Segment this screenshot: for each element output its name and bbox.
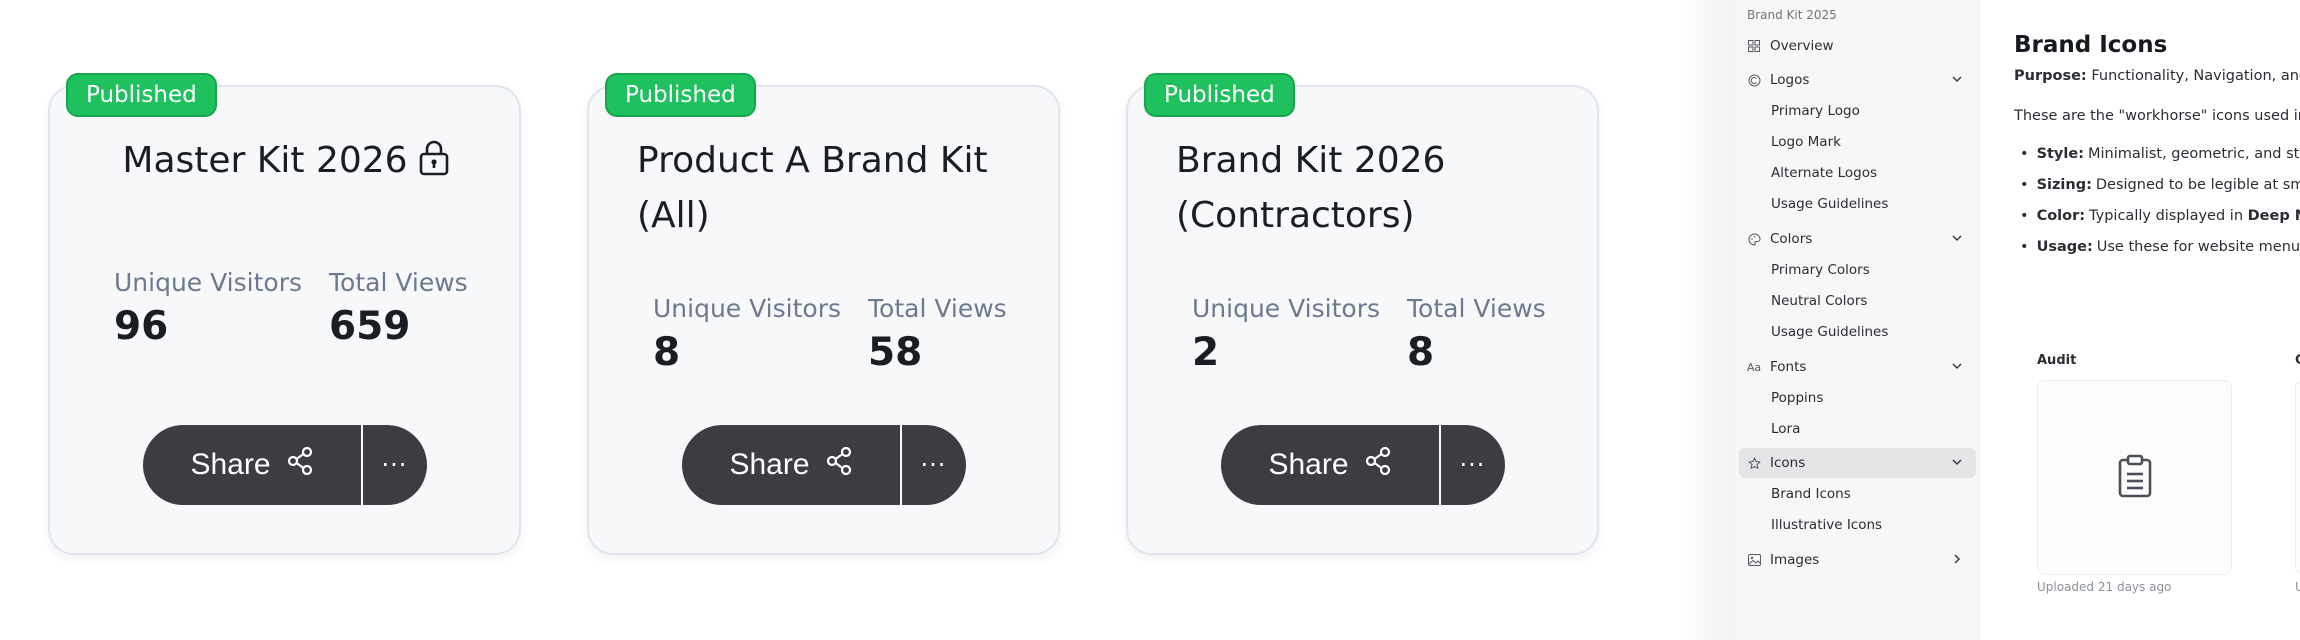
kit-name: Brand Kit 2025: [1747, 8, 1837, 22]
guideline-list: Style:Minimalist, geometric, and stro Si…: [2014, 146, 2300, 270]
sidebar-subitem[interactable]: Primary Logo: [1771, 103, 1860, 119]
stat-label: Total Views: [329, 268, 468, 297]
sidebar-subitem[interactable]: Logo Mark: [1771, 134, 1841, 150]
brand-kit-sidebar: Brand Kit 2025 Overview Logos Primary Lo…: [1736, 0, 1980, 640]
sidebar-item-icons[interactable]: Icons: [1739, 448, 1976, 478]
more-options-button[interactable]: ···: [1440, 425, 1505, 505]
brand-kit-card[interactable]: Published Master Kit 2026 Unique Visitor…: [48, 73, 521, 555]
sidebar-item-fonts[interactable]: Aa Fonts: [1739, 352, 1976, 382]
sidebar-subitem[interactable]: Poppins: [1771, 390, 1823, 406]
share-icon: [287, 446, 313, 483]
more-options-button[interactable]: ···: [362, 425, 427, 505]
asset-title: C: [2295, 353, 2300, 368]
share-button[interactable]: Share: [142, 425, 361, 505]
share-button[interactable]: Share: [681, 425, 900, 505]
asset-tile[interactable]: [2037, 380, 2232, 575]
stat-label: Total Views: [1407, 294, 1546, 323]
card-title: Brand Kit 2026 (Contractors): [1176, 140, 1446, 236]
share-button-group: Share ···: [142, 425, 427, 505]
stat-label: Unique Visitors: [653, 294, 842, 323]
sidebar-item-label: Colors: [1770, 231, 1813, 247]
stat-value: 2: [1192, 330, 1220, 375]
intro-text: These are the "workhorse" icons used in: [2014, 108, 2300, 124]
total-views-stat: Total Views 58: [868, 292, 1083, 380]
shapes-icon: [1747, 456, 1761, 470]
share-icon: [826, 446, 852, 483]
chevron-down-icon[interactable]: [1951, 73, 1963, 89]
stat-value: 659: [329, 304, 411, 349]
stat-label: Unique Visitors: [1192, 294, 1381, 323]
list-item: Color:Typically displayed in Deep Na: [2014, 208, 2300, 239]
sidebar-item-overview[interactable]: Overview: [1739, 31, 1976, 61]
brand-kit-card[interactable]: Published Brand Kit 2026 (Contractors) U…: [1126, 73, 1599, 555]
chevron-down-icon[interactable]: [1951, 456, 1963, 472]
stat-value: 8: [653, 330, 681, 375]
unique-visitors-stat: Unique Visitors 2: [1192, 292, 1407, 380]
sidebar-item-images[interactable]: Images: [1739, 545, 1976, 575]
status-badge: Published: [66, 73, 217, 117]
stat-value: 58: [868, 330, 923, 375]
sidebar-item-label: Icons: [1770, 455, 1806, 471]
sidebar-subitem[interactable]: Primary Colors: [1771, 262, 1870, 278]
sidebar-subitem[interactable]: Alternate Logos: [1771, 165, 1877, 181]
total-views-stat: Total Views 8: [1407, 292, 1622, 380]
share-button-group: Share ···: [681, 425, 966, 505]
asset-tile[interactable]: [2295, 380, 2300, 575]
palette-icon: [1747, 232, 1761, 246]
grid-icon: [1747, 39, 1761, 53]
card-stats: Unique Visitors 96 Total Views 659: [114, 266, 544, 354]
image-icon: [1747, 553, 1761, 567]
stat-value: 8: [1407, 330, 1435, 375]
sidebar-subitem[interactable]: Usage Guidelines: [1771, 324, 1888, 340]
chevron-down-icon[interactable]: [1951, 232, 1963, 248]
card-title: Master Kit 2026: [96, 133, 476, 192]
upload-date: Uploaded 21 days ago: [2037, 580, 2172, 594]
purpose-text: Purpose: Functionality, Navigation, and: [2014, 68, 2300, 84]
card-stats: Unique Visitors 2 Total Views 8: [1192, 292, 1622, 380]
stat-label: Unique Visitors: [114, 268, 303, 297]
stat-label: Total Views: [868, 294, 1007, 323]
upload-date: U: [2295, 580, 2300, 594]
sidebar-item-label: Fonts: [1770, 359, 1807, 375]
lock-icon: [418, 137, 450, 192]
sidebar-subitem[interactable]: Illustrative Icons: [1771, 517, 1882, 533]
sidebar-subitem[interactable]: Neutral Colors: [1771, 293, 1867, 309]
card-title: Product A Brand Kit (All): [637, 140, 988, 236]
stat-value: 96: [114, 304, 169, 349]
total-views-stat: Total Views 659: [329, 266, 544, 354]
unique-visitors-stat: Unique Visitors 96: [114, 266, 329, 354]
unique-visitors-stat: Unique Visitors 8: [653, 292, 868, 380]
sidebar-subitem[interactable]: Lora: [1771, 421, 1800, 437]
sidebar-item-label: Overview: [1770, 38, 1834, 54]
share-button-group: Share ···: [1220, 425, 1505, 505]
sidebar-item-colors[interactable]: Colors: [1739, 224, 1976, 254]
status-badge: Published: [1144, 73, 1295, 117]
list-item: Usage:Use these for website menus,: [2014, 239, 2300, 270]
content-panel: Brand Icons Purpose: Functionality, Navi…: [1980, 0, 2300, 640]
sidebar-item-label: Images: [1770, 552, 1820, 568]
chevron-right-icon[interactable]: [1951, 553, 1963, 569]
font-icon: Aa: [1746, 360, 1762, 374]
sidebar-item-label: Logos: [1770, 72, 1810, 88]
sidebar-item-logos[interactable]: Logos: [1739, 65, 1976, 95]
sidebar-subitem[interactable]: Usage Guidelines: [1771, 196, 1888, 212]
clipboard-icon: [2117, 454, 2153, 502]
status-badge: Published: [605, 73, 756, 117]
brand-kit-card[interactable]: Published Product A Brand Kit (All) Uniq…: [587, 73, 1060, 555]
asset-title: Audit: [2037, 353, 2077, 368]
share-button[interactable]: Share: [1220, 425, 1439, 505]
share-icon: [1365, 446, 1391, 483]
logo-icon: [1747, 73, 1761, 87]
card-stats: Unique Visitors 8 Total Views 58: [653, 292, 1083, 380]
list-item: Style:Minimalist, geometric, and stro: [2014, 146, 2300, 177]
panel-shadow: [1680, 0, 1738, 640]
more-options-button[interactable]: ···: [901, 425, 966, 505]
chevron-down-icon[interactable]: [1951, 360, 1963, 376]
page-title: Brand Icons: [2014, 32, 2168, 58]
list-item: Sizing:Designed to be legible at sma: [2014, 177, 2300, 208]
sidebar-subitem[interactable]: Brand Icons: [1771, 486, 1851, 502]
